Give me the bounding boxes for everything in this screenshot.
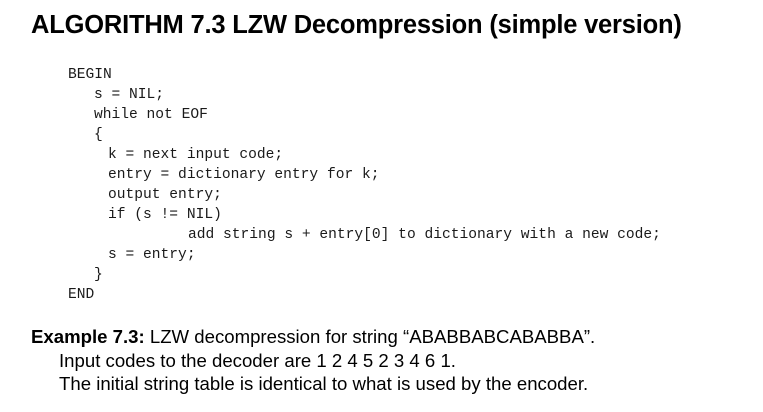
example-line-1: Example 7.3: LZW decompression for strin… — [31, 325, 595, 349]
example-block: Example 7.3: LZW decompression for strin… — [31, 325, 595, 396]
code-line-if: if (s != NIL) — [108, 207, 222, 223]
code-line-assign-s: s = entry; — [108, 247, 196, 263]
code-line-end: END — [68, 287, 95, 303]
example-label: Example 7.3: — [31, 326, 145, 347]
code-line-open-brace: { — [94, 127, 103, 143]
code-line-entry: entry = dictionary entry for k; — [108, 167, 380, 183]
example-line-3: The initial string table is identical to… — [59, 373, 589, 394]
code-line-begin: BEGIN — [68, 67, 112, 83]
code-line-output: output entry; — [108, 187, 222, 203]
code-line-while: while not EOF — [94, 107, 208, 123]
code-line-add-string: add string s + entry[0] to dictionary wi… — [188, 227, 661, 243]
code-line-close-brace: } — [94, 267, 103, 283]
code-line-read-k: k = next input code; — [108, 147, 284, 163]
code-line-init-s: s = NIL; — [94, 87, 165, 103]
pseudocode-block: BEGIN s = NIL; while not EOF { k = next … — [0, 0, 763, 320]
example-line-2: Input codes to the decoder are 1 2 4 5 2… — [59, 349, 456, 371]
example-description: LZW decompression for string “ABABBABCAB… — [144, 326, 596, 347]
